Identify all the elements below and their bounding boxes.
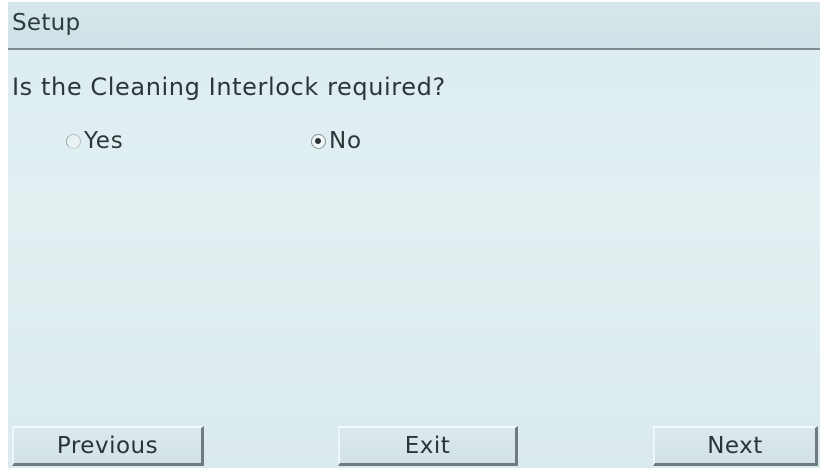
previous-button[interactable]: Previous bbox=[12, 426, 204, 466]
exit-button[interactable]: Exit bbox=[338, 426, 518, 466]
radio-label-no: No bbox=[329, 128, 362, 154]
device-frame: Setup Is the Cleaning Interlock required… bbox=[0, 0, 825, 468]
radio-checked-icon[interactable] bbox=[311, 133, 326, 149]
radio-option-no[interactable]: No bbox=[311, 126, 362, 156]
setup-screen: Setup Is the Cleaning Interlock required… bbox=[8, 2, 820, 468]
page-title: Setup bbox=[12, 10, 81, 36]
radio-unchecked-icon[interactable] bbox=[66, 133, 81, 149]
radio-option-yes[interactable]: Yes bbox=[66, 126, 124, 156]
radio-dot-icon bbox=[315, 137, 321, 144]
question-text: Is the Cleaning Interlock required? bbox=[12, 73, 446, 101]
title-bar: Setup bbox=[8, 2, 820, 50]
next-button[interactable]: Next bbox=[653, 426, 818, 466]
radio-label-yes: Yes bbox=[84, 128, 124, 154]
